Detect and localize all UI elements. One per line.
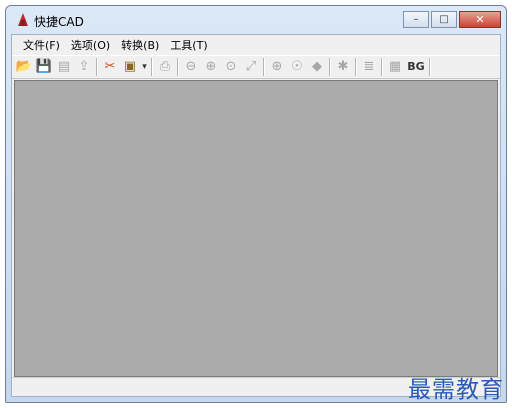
maximize-icon: □ [439, 14, 449, 25]
chevron-down-icon[interactable]: ▾ [140, 57, 149, 77]
drawing-canvas[interactable] [14, 80, 498, 377]
caption-buttons: – □ ✕ [403, 11, 501, 29]
layers-icon[interactable]: ≣ [359, 57, 379, 77]
watermark-text: 最需教育 [408, 377, 504, 403]
menu-file[interactable]: 文件(F) [18, 37, 66, 53]
minimize-button[interactable]: – [403, 11, 429, 28]
zoom-all-icon[interactable]: ⊕ [267, 57, 287, 77]
toolbar: 📂 💾 ▤ ⇪ ✂ ▣ ▾ ⎙ ⊖ ⊕ ⊙ ⤢ ⊕ ☉ ◆ ✱ ≣ ▦ BG [12, 55, 500, 79]
view-icon[interactable]: ◆ [307, 57, 327, 77]
save-all-icon[interactable]: ▤ [54, 57, 74, 77]
toolbar-separator [177, 58, 179, 76]
toolbar-separator [381, 58, 383, 76]
window-title: 快捷CAD [34, 15, 84, 29]
layer-settings-icon[interactable]: ✱ [333, 57, 353, 77]
minimize-icon: – [413, 14, 419, 25]
toolbar-separator [263, 58, 265, 76]
print-icon[interactable]: ⎙ [155, 57, 175, 77]
maximize-button[interactable]: □ [431, 11, 457, 28]
close-button[interactable]: ✕ [459, 11, 501, 28]
grid-icon[interactable]: ▦ [385, 57, 405, 77]
open-folder-icon[interactable]: 📂 [14, 57, 34, 77]
menu-convert[interactable]: 转换(B) [116, 37, 165, 53]
zoom-window-icon[interactable]: ⊙ [221, 57, 241, 77]
pan-icon[interactable]: ☉ [287, 57, 307, 77]
background-color-button[interactable]: BG [405, 57, 427, 77]
toolbar-separator [96, 58, 98, 76]
zoom-previous-icon[interactable]: ⤢ [241, 57, 261, 77]
export-icon[interactable]: ⇪ [74, 57, 94, 77]
app-window: 快捷CAD – □ ✕ 文件(F) 选项(O) 转换(B) 工具(T) 📂 💾 … [5, 5, 507, 403]
menu-tools[interactable]: 工具(T) [165, 37, 213, 53]
save-icon[interactable]: 💾 [34, 57, 54, 77]
app-logo-icon [18, 13, 28, 26]
close-icon: ✕ [475, 13, 485, 26]
toolbar-separator [329, 58, 331, 76]
menu-bar: 文件(F) 选项(O) 转换(B) 工具(T) [12, 35, 500, 54]
toolbar-separator [151, 58, 153, 76]
convert-icon[interactable]: ✂ [100, 57, 120, 77]
batch-convert-icon[interactable]: ▣ [120, 57, 140, 77]
menu-options[interactable]: 选项(O) [66, 37, 116, 53]
title-bar[interactable]: 快捷CAD – □ ✕ [6, 6, 506, 34]
zoom-in-icon[interactable]: ⊕ [201, 57, 221, 77]
toolbar-separator [429, 58, 431, 76]
toolbar-separator [355, 58, 357, 76]
zoom-out-icon[interactable]: ⊖ [181, 57, 201, 77]
client-area: 文件(F) 选项(O) 转换(B) 工具(T) 📂 💾 ▤ ⇪ ✂ ▣ ▾ ⎙ … [11, 34, 501, 397]
